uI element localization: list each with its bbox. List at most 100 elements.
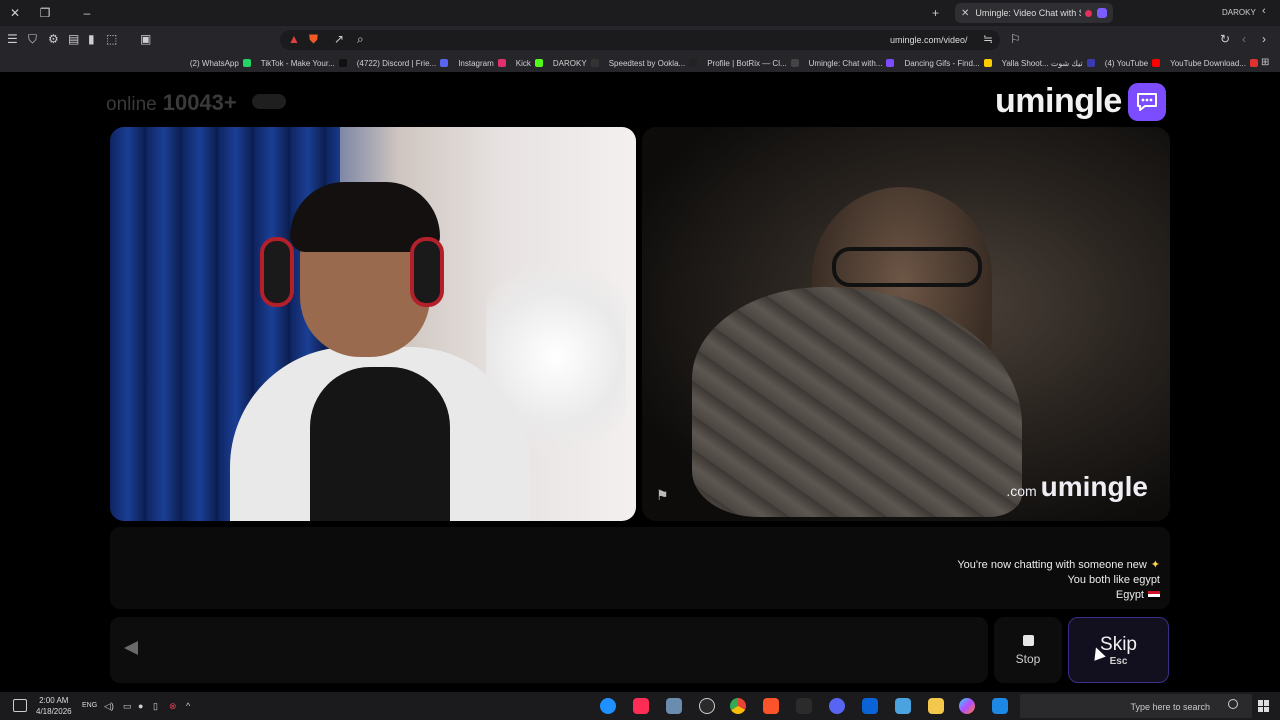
network-icon[interactable]: ▭ <box>123 701 132 712</box>
minimize-window-icon[interactable]: – <box>72 0 102 26</box>
bookmark-item[interactable]: Speedtest by Ookla... <box>609 59 698 68</box>
copilot-icon[interactable] <box>959 698 975 714</box>
stop-label: Stop <box>1015 651 1041 666</box>
audio-app-icon[interactable] <box>796 698 812 714</box>
umingle-page: online 10043+ umingle ⚑ .com umingle You… <box>0 72 1280 692</box>
zoom-icon[interactable]: ⌕ <box>357 32 364 47</box>
chevron-left-icon[interactable]: ‹ <box>1262 5 1266 17</box>
new-tab-button[interactable]: + <box>932 6 939 20</box>
search-placeholder: Type here to search <box>1130 702 1210 712</box>
flag-report-icon[interactable]: ⚑ <box>656 487 674 505</box>
bookmark-item[interactable]: Yalla Shoot... تيك شوت <box>1002 59 1095 68</box>
bookmark-item[interactable]: Dancing Gifs - Find... <box>904 59 992 68</box>
downloads-icon[interactable]: ▤ <box>68 32 79 46</box>
back-icon[interactable]: › <box>1262 32 1266 46</box>
bookmark-item[interactable]: YouTube Download... <box>1170 59 1258 68</box>
bookmark-label: Kick <box>515 58 531 68</box>
extensions-icon[interactable]: ⚙ <box>48 32 59 46</box>
online-label: online <box>106 94 157 115</box>
close-tab-icon[interactable]: ✕ <box>961 8 969 19</box>
battery-icon[interactable]: ▯ <box>153 701 158 712</box>
bookmark-label: DAROKY <box>552 58 587 68</box>
profile-name[interactable]: DAROKY <box>1222 8 1256 17</box>
menu-icon[interactable]: ☰ <box>7 32 18 46</box>
bookmark-icon[interactable]: ⚐ <box>1010 32 1021 46</box>
bookmark-label: Instagram <box>458 58 494 68</box>
reload-icon[interactable]: ↻ <box>1220 32 1230 46</box>
bookmark-favicon-icon <box>440 59 449 67</box>
app-icon-red[interactable] <box>633 698 649 714</box>
online-status-toggle[interactable] <box>252 94 286 109</box>
taskbar-search-box[interactable]: Type here to search <box>1020 694 1252 718</box>
bookmark-item[interactable]: (2) WhatsApp <box>190 59 251 68</box>
message-input[interactable] <box>110 617 988 683</box>
logo-text: umingle <box>995 82 1122 120</box>
chat-log[interactable]: You're now chatting with someone new ✦ Yo… <box>110 527 1170 609</box>
edge-icon[interactable] <box>992 698 1008 714</box>
volume-icon[interactable]: ◁) <box>104 701 114 712</box>
language-indicator[interactable]: ENG <box>82 702 97 709</box>
wallet-icon[interactable]: ▣ <box>140 32 151 46</box>
bookmark-item[interactable]: TikTok - Make Your... <box>261 59 347 68</box>
local-video <box>110 127 636 521</box>
bookmark-item[interactable]: Kick <box>516 59 543 68</box>
search-icon <box>1228 699 1238 709</box>
store-icon[interactable] <box>895 698 911 714</box>
restore-window-icon[interactable]: ❐ <box>30 0 60 26</box>
screenshot-icon[interactable]: ⬚ <box>106 32 117 46</box>
headphone-right <box>410 237 444 307</box>
brave-icon[interactable] <box>763 698 779 714</box>
bookmark-item[interactable]: Instagram <box>458 59 506 68</box>
bookmark-favicon-icon <box>886 59 895 67</box>
bookmark-favicon-icon <box>790 59 799 67</box>
sidebar-icon[interactable]: ▮ <box>88 32 95 46</box>
close-window-icon[interactable]: ✕ <box>0 0 30 26</box>
obs-icon[interactable] <box>699 698 715 714</box>
bookmark-favicon-icon <box>534 59 543 67</box>
person-shirt <box>230 347 530 521</box>
bookmarks-overflow-icon[interactable]: ⊞ <box>1261 57 1269 68</box>
stop-button[interactable]: Stop <box>994 617 1062 683</box>
send-icon[interactable] <box>124 641 138 655</box>
windows-start-icon[interactable] <box>1258 700 1270 712</box>
skip-button[interactable]: Skip Esc <box>1068 617 1169 683</box>
chevron-up-icon[interactable]: ^ <box>186 701 190 711</box>
bookmark-item[interactable]: Profile | BotRix — Cl... <box>707 59 799 68</box>
remote-video: ⚑ .com umingle <box>642 127 1170 521</box>
watermark-domain: .com <box>1006 483 1037 499</box>
mail-icon[interactable] <box>862 698 878 714</box>
bookmark-item[interactable]: (4) YouTube <box>1104 58 1161 68</box>
chrome-icon[interactable] <box>730 698 746 714</box>
forward-icon[interactable]: ‹ <box>1242 32 1246 46</box>
umingle-favicon-icon <box>1097 8 1107 18</box>
brave-shields-icon[interactable]: ⛊ <box>309 32 318 47</box>
bookmark-label: Yalla Shoot... تيك شوت <box>1001 58 1083 68</box>
shield-icon[interactable]: ⛉ <box>28 32 37 47</box>
record-icon[interactable]: ⊗ <box>169 701 177 712</box>
stop-icon <box>1022 634 1034 646</box>
bookmark-label: (4) YouTube <box>1104 58 1149 68</box>
file-explorer-icon[interactable] <box>928 698 944 714</box>
headphone-left <box>260 237 294 307</box>
bookmark-favicon-icon <box>338 59 347 67</box>
brave-rewards-icon[interactable]: ▲ <box>288 32 300 46</box>
microphone-icon[interactable]: ● <box>138 701 143 711</box>
active-tab[interactable]: ✕ Umingle: Video Chat with Str... <box>955 3 1113 23</box>
clock-date: 4/18/2026 <box>36 707 72 716</box>
app-icon-grey[interactable] <box>666 698 682 714</box>
notification-icon[interactable] <box>13 699 27 712</box>
browser-tab-bar: ✕ ❐ – + ✕ Umingle: Video Chat with Str..… <box>0 0 1280 26</box>
country-text: Egypt <box>1115 589 1144 601</box>
bookmark-item[interactable]: Umingle: Chat with... <box>809 59 895 68</box>
url-text[interactable]: umingle.com/video/ <box>890 35 968 45</box>
bookmark-favicon-icon <box>983 59 992 67</box>
play-app-icon[interactable] <box>600 698 616 714</box>
bookmark-item[interactable]: (4722) Discord | Frie... <box>357 59 449 68</box>
clock[interactable]: 2:00 AM 4/18/2026 <box>36 695 72 717</box>
watermark-main: umingle <box>1040 471 1148 502</box>
discord-icon[interactable] <box>829 698 845 714</box>
site-settings-icon[interactable]: ≒ <box>983 32 993 46</box>
share-icon[interactable]: ↗ <box>334 32 344 46</box>
umingle-logo[interactable]: umingle <box>995 82 1166 121</box>
bookmark-item[interactable]: DAROKY <box>553 59 599 68</box>
